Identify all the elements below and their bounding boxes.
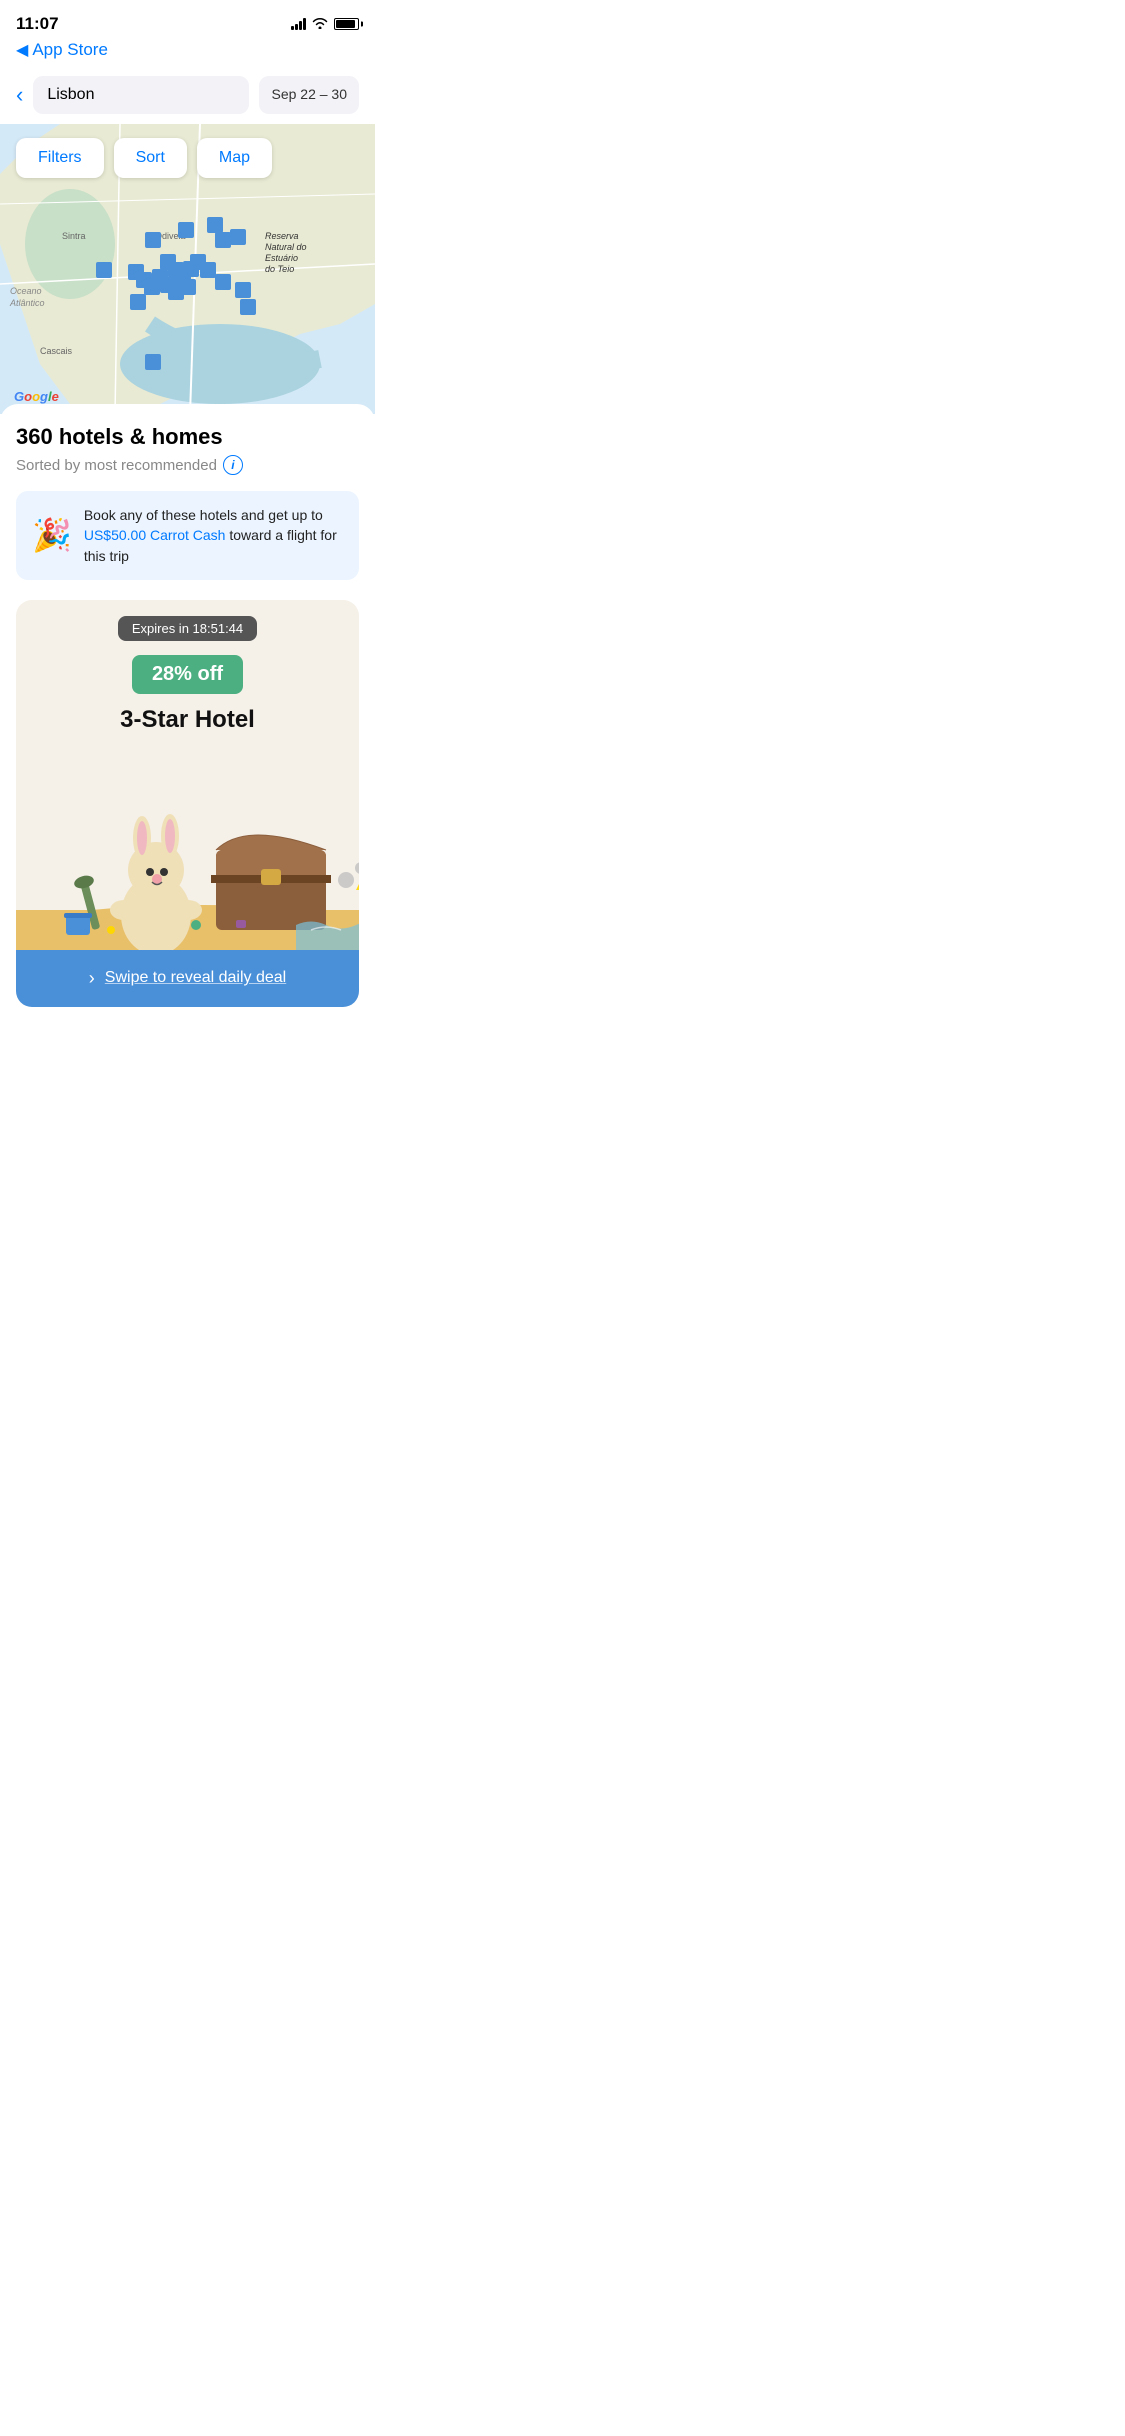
svg-text:Reserva: Reserva: [265, 231, 299, 241]
back-button[interactable]: ‹: [16, 84, 23, 106]
svg-text:Atlântico: Atlântico: [9, 298, 45, 308]
battery-icon: [334, 18, 359, 30]
status-bar: 11:07: [0, 0, 375, 38]
svg-text:Natural do: Natural do: [265, 242, 307, 252]
hotel-star-label: 3-Star Hotel: [32, 706, 343, 734]
sort-button[interactable]: Sort: [114, 138, 187, 178]
swipe-cta-text: Swipe to reveal daily deal: [105, 969, 286, 987]
carrot-emoji: 🎉: [32, 516, 72, 554]
carrot-cash-banner[interactable]: 🎉 Book any of these hotels and get up to…: [16, 491, 359, 580]
results-count: 360 hotels & homes: [16, 424, 359, 450]
swipe-arrow-icon: ›: [89, 968, 95, 989]
results-section: 360 hotels & homes Sorted by most recomm…: [0, 404, 375, 1007]
expires-badge: Expires in 18:51:44: [118, 616, 257, 641]
search-header: ‹ Lisbon Sep 22 – 30: [0, 68, 375, 124]
signal-icon: [291, 18, 306, 30]
svg-text:do Teio: do Teio: [265, 264, 294, 274]
map-button[interactable]: Map: [197, 138, 272, 178]
svg-text:Cascais: Cascais: [40, 346, 73, 356]
date-range-box[interactable]: Sep 22 – 30: [259, 76, 359, 114]
results-sort-row: Sorted by most recommended i: [16, 455, 359, 475]
svg-text:Sintra: Sintra: [62, 231, 86, 241]
sort-text: Sorted by most recommended: [16, 457, 217, 474]
carrot-cash-text: Book any of these hotels and get up to U…: [84, 505, 343, 566]
svg-text:Estuário: Estuário: [265, 253, 298, 263]
location-search-box[interactable]: Lisbon: [33, 76, 249, 114]
deal-illustration: [16, 750, 359, 950]
info-icon[interactable]: i: [223, 455, 243, 475]
svg-text:Oceano: Oceano: [10, 286, 42, 296]
map-filter-buttons: Filters Sort Map: [16, 138, 359, 178]
swipe-cta[interactable]: › Swipe to reveal daily deal: [16, 950, 359, 1007]
app-store-nav[interactable]: ◀ App Store: [0, 38, 375, 68]
discount-badge: 28% off: [132, 655, 243, 694]
wifi-icon: [312, 17, 328, 32]
app-store-label[interactable]: App Store: [32, 40, 108, 60]
google-logo: Google: [14, 389, 59, 404]
deal-card[interactable]: Expires in 18:51:44 28% off 3-Star Hotel: [16, 600, 359, 1007]
carrot-amount: US$50.00 Carrot Cash: [84, 527, 226, 543]
deal-card-inner: Expires in 18:51:44 28% off 3-Star Hotel: [16, 600, 359, 734]
location-text: Lisbon: [47, 86, 94, 103]
status-time: 11:07: [16, 14, 59, 34]
date-range-text: Sep 22 – 30: [271, 86, 347, 102]
back-arrow-icon: ◀: [16, 40, 28, 60]
filters-button[interactable]: Filters: [16, 138, 104, 178]
status-icons: [291, 17, 359, 32]
map-container[interactable]: Oceano Atlântico Sintra Cascais Odivela …: [0, 124, 375, 414]
